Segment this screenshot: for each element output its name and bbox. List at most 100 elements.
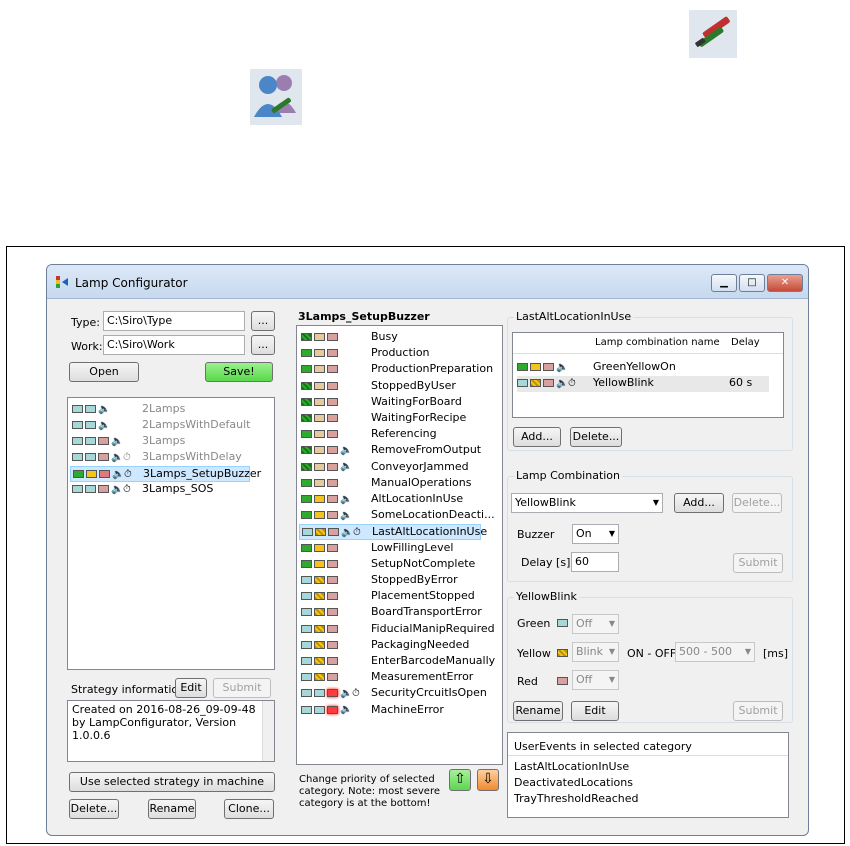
category-list[interactable]: Busy Production ProductionPreparation Stopp… [296,325,503,765]
lamp-yo-icon [314,414,325,422]
onoff-label: ON - OFF [627,647,677,660]
lamp-combination-group-title: Lamp Combination [514,469,623,482]
lamp-ro-icon [327,446,338,455]
move-down-button[interactable]: ⇩ [477,769,499,791]
lc-add-button[interactable]: Add... [674,493,724,513]
lamp-yo-icon [314,462,325,471]
category-item[interactable]: 🔈⏱ LastAltLocationInUse [299,524,487,541]
strategy-item[interactable]: 🔈 2Lamps [70,402,250,418]
strategy-list[interactable]: 🔈 2Lamps 🔈 2LampsWithDefault 🔈 3Lamps 🔈⏱ 3Lamps… [67,397,275,670]
lc-delete-button[interactable]: Delete... [732,493,782,513]
category-item[interactable]: 🔈 MachineError [299,703,481,719]
type-label: Type: [71,316,100,329]
minimize-button[interactable]: ▁ [711,274,737,292]
lamp-go-icon [517,379,528,387]
close-button[interactable]: ✕ [767,274,803,292]
combo-item[interactable]: 🔈 GreenYellowOn [517,360,769,376]
type-path-input[interactable]: C:\Siro\Type [103,311,245,331]
strategy-info-text[interactable]: Created on 2016-08-26_09-09-48 by LampCo… [67,700,275,762]
strategy-rename-button[interactable]: Rename [148,799,196,819]
category-item[interactable]: StoppedByError [299,573,481,589]
strategy-lamps: 🔈⏱ [70,482,142,495]
combo-delete-button[interactable]: Delete... [570,427,622,447]
work-path-input[interactable]: C:\Siro\Work [103,335,245,355]
lamp-ro-icon [327,624,338,633]
open-button[interactable]: Open [69,362,139,382]
yb-rename-button[interactable]: Rename [513,701,563,721]
category-item[interactable]: Production [299,346,481,362]
red-select[interactable]: Off [572,670,619,690]
lamp-yo-icon [314,333,325,341]
category-item[interactable]: 🔈 RemoveFromOutput [299,443,481,459]
yb-submit-button[interactable]: Submit [733,701,783,721]
lamp-gblink-icon [301,462,312,471]
clock-icon: ⏱ [352,687,360,699]
lamp-go-icon [72,405,83,413]
tools-icon [689,10,737,58]
strategy-edit-button[interactable]: Edit [175,678,207,698]
use-strategy-button[interactable]: Use selected strategy in machine [69,772,275,792]
lamp-ro-icon [98,485,109,493]
strategy-item[interactable]: 🔈 3Lamps [70,434,250,450]
arrow-down-icon: ⇩ [482,771,494,787]
strategy-clone-button[interactable]: Clone... [224,799,274,819]
category-item[interactable]: BoardTransportError [299,605,482,621]
strategy-item[interactable]: 🔈⏱ 3Lamps_SetupBuzzer [70,466,261,482]
combo-item[interactable]: 🔈⏱ YellowBlink 60 s [517,376,769,392]
category-item[interactable]: WaitingForBoard [299,395,481,411]
category-item[interactable]: 🔈 AltLocationInUse [299,492,481,508]
lc-submit-button[interactable]: Submit [733,553,783,573]
strategy-item[interactable]: 🔈⏱ 3LampsWithDelay [70,450,250,466]
save-button[interactable]: Save! [205,362,273,382]
category-item[interactable]: PlacementStopped [299,589,481,605]
category-item[interactable]: 🔈⏱ SecurityCrcuitIsOpen [299,686,487,702]
category-item[interactable]: ProductionPreparation [299,362,493,378]
lamp-yo-icon [314,349,325,358]
type-browse-button[interactable]: ... [251,311,275,331]
yellow-select[interactable]: Blink [572,642,619,662]
delay-input[interactable]: 60 [571,552,619,572]
category-item[interactable]: FiducialManipRequired [299,622,495,638]
yb-edit-button[interactable]: Edit [571,701,619,721]
category-item[interactable]: 🔈 ConveyorJammed [299,460,481,476]
category-item[interactable]: EnterBarcodeManually [299,654,495,670]
category-item[interactable]: 🔈 SomeLocationDeacti... [299,508,495,524]
combo-add-button[interactable]: Add... [513,427,561,447]
buzzer-select[interactable]: On [572,524,619,544]
category-item[interactable]: Busy [299,330,481,346]
info-scrollbar[interactable] [262,701,274,761]
speaker-icon: 🔈 [98,403,111,415]
lamp-g-icon [301,365,312,374]
lamp-ro-icon [543,379,554,387]
user-event-item[interactable]: TrayThresholdReached [514,792,639,808]
category-item[interactable]: ManualOperations [299,476,481,492]
category-item[interactable]: StoppedByUser [299,379,481,395]
strategy-item-label: 2Lamps [142,402,186,415]
category-lamps [299,379,371,392]
onoff-select[interactable]: 500 - 500 [675,642,755,662]
user-event-item[interactable]: DeactivatedLocations [514,776,633,792]
category-item[interactable]: LowFillingLevel [299,541,481,557]
category-item[interactable]: WaitingForRecipe [299,411,481,427]
lamp-go-icon [72,485,83,493]
user-event-item[interactable]: LastAltLocationInUse [514,760,629,776]
category-item[interactable]: PackagingNeeded [299,638,481,654]
category-item-label: FiducialManipRequired [371,621,495,635]
strategy-item[interactable]: 🔈 2LampsWithDefault [70,418,250,434]
category-item[interactable]: MeasurementError [299,670,481,686]
user-events-box[interactable]: UserEvents in selected category LastAltL… [507,732,789,818]
strategy-item[interactable]: 🔈⏱ 3Lamps_SOS [70,482,250,498]
lamp-combination-list[interactable]: Lamp combination name Delay 🔈 GreenYellow… [512,332,784,418]
lamp-y-icon [314,511,325,520]
strategy-submit-button[interactable]: Submit [213,678,271,698]
maximize-button[interactable]: □ [739,274,765,292]
move-up-button[interactable]: ⇧ [449,769,471,791]
lamp-combination-select[interactable]: YellowBlink [511,493,663,513]
category-item[interactable]: SetupNotComplete [299,557,481,573]
category-item[interactable]: Referencing [299,427,481,443]
work-browse-button[interactable]: ... [251,335,275,355]
strategy-lamps: 🔈 [70,402,142,415]
lamp-gblink-icon [301,397,312,406]
strategy-delete-button[interactable]: Delete... [69,799,119,819]
green-select[interactable]: Off [572,614,619,634]
